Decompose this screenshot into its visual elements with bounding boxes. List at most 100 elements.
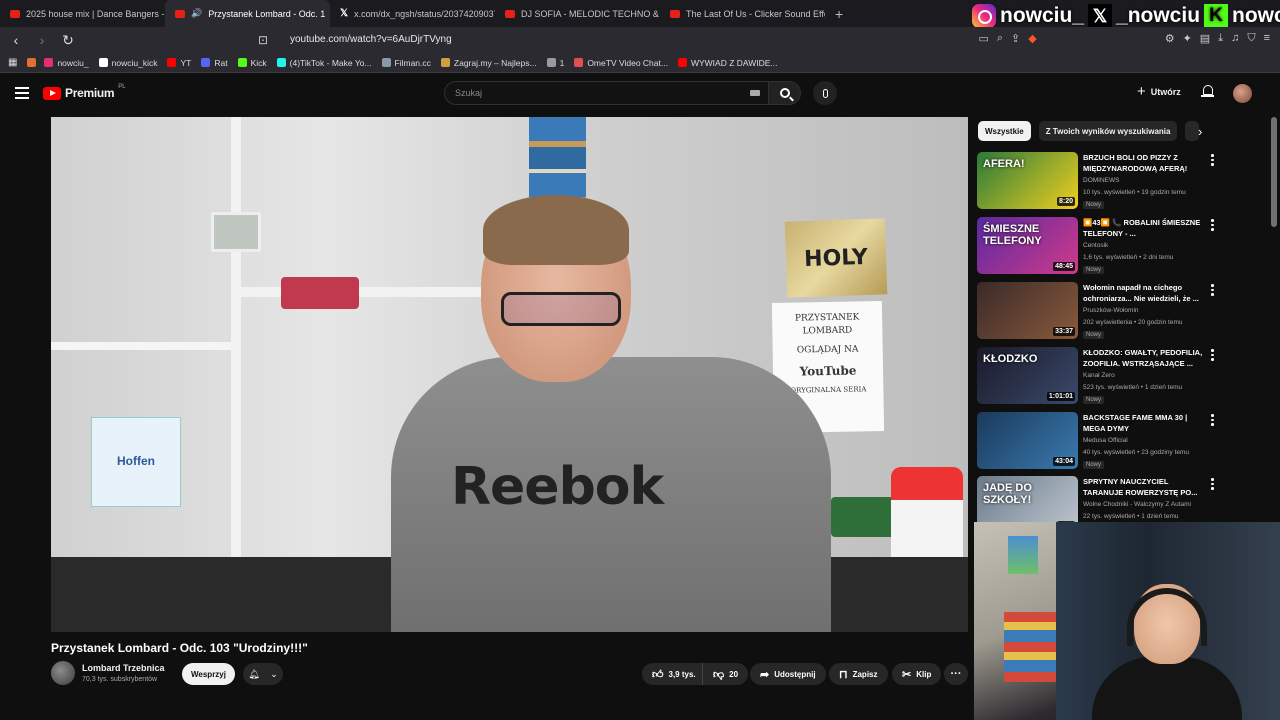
recommendation-channel[interactable]: Pruszków-Wołomin [1083,307,1139,314]
keyboard-icon[interactable] [750,90,760,96]
hamburger-menu-icon[interactable] [15,87,29,102]
recommendation-item[interactable]: 33:37 Wołomin napadł na cichego ochroniar… [977,282,1217,342]
recommendation-item[interactable]: JADĘ DO SZKOŁY!8:10SPRYTNY NAUCZYCIEL TA… [977,476,1217,522]
folder-icon[interactable] [27,58,37,67]
x-favicon-icon: 𝕏 [340,8,349,19]
cast-icon[interactable]: ▭ [978,32,988,45]
chip-all[interactable]: Wszystkie [978,121,1031,141]
bookmark-item[interactable]: nowciu_kick [98,58,157,68]
recommendation-title[interactable]: SPRYTNY NAUCZYCIEL TARANUJE ROWERZYSTĘ P… [1083,477,1207,498]
apps-grid-icon[interactable]: ▦ [8,57,17,68]
account-avatar[interactable] [1233,84,1252,103]
extension-icon[interactable]: ⚙ [1165,32,1175,45]
recommendation-channel[interactable]: Kanał Zero [1083,372,1115,379]
recommendation-item[interactable]: KŁODZKO 1:01:01 KŁODZKO: GWAŁTY, PEDOFILIA… [977,347,1217,407]
forward-icon[interactable]: › [32,32,52,48]
share-button[interactable]: ➦ Udostępnij [750,663,826,685]
puzzle-icon[interactable]: ✦ [1183,32,1192,45]
more-actions-button[interactable]: ··· [944,663,968,685]
youtube-premium-logo[interactable]: Premium PL [43,84,126,100]
recommendation-title[interactable]: Wołomin napadł na cichego ochroniarza...… [1083,283,1207,304]
bookmark-item[interactable]: Rat [201,58,228,68]
kebab-menu-icon[interactable] [1211,349,1217,363]
bookmark-item[interactable]: OmeTV Video Chat... [574,58,668,68]
create-button[interactable]: + Utwórz [1137,83,1181,100]
kebab-menu-icon[interactable] [1211,219,1217,233]
recommendation-channel[interactable]: DOMINEWS [1083,177,1119,184]
kebab-menu-icon[interactable] [1211,154,1217,168]
kebab-menu-icon[interactable] [1211,478,1217,492]
bookmark-item[interactable]: (4)TikTok - Make Yo... [276,58,372,68]
more-icon: ··· [950,668,962,680]
like-button[interactable]: 👍︎ 3,9 tys. [642,663,704,685]
kebab-menu-icon[interactable] [1211,284,1217,298]
share-icon[interactable]: ⇪ [1011,32,1020,45]
like-count: 3,9 tys. [668,669,696,679]
url-field[interactable]: youtube.com/watch?v=6AuDjrTVyng [290,34,452,45]
recommendation-thumbnail[interactable]: JADĘ DO SZKOŁY!8:10 [977,476,1078,522]
sidebar-icon[interactable]: ▤ [1200,32,1210,45]
channel-name[interactable]: Lombard Trzebnica [82,663,165,673]
recommendation-title[interactable]: ⏹️43⏹️ 📞 ROBALINI ŚMIESZNE TELEFONY - ..… [1083,218,1207,239]
bookmark-label: Zagraj.my – Najleps... [453,57,537,68]
plus-icon: + [1137,83,1146,100]
support-button[interactable]: Wesprzyj [182,663,235,685]
recommendation-item[interactable]: AFERA! 8:20 BRZUCH BOLI OD PIZZY Z MIĘDZYN… [977,152,1217,212]
search-input[interactable]: Szukaj [444,81,769,105]
bookmark-item[interactable]: 1 [546,58,564,68]
browser-tab[interactable]: 𝕏x.com/dx_ngsh/status/20374209037 [330,0,495,27]
video-title: Przystanek Lombard - Odc. 103 "Urodziny!… [51,641,308,655]
back-icon[interactable]: ‹ [6,32,26,48]
reload-icon[interactable]: ↻ [58,32,78,49]
recommendation-title[interactable]: BRZUCH BOLI OD PIZZY Z MIĘDZYNARODOWĄ AF… [1083,153,1207,174]
recommendation-title[interactable]: KŁODZKO: GWAŁTY, PEDOFILIA, ZOOFILIA. WS… [1083,348,1207,369]
menu-icon[interactable]: ≡ [1264,32,1270,45]
bookmark-label: Filman.cc [394,57,431,68]
recommendation-thumbnail[interactable]: 33:37 [977,282,1078,339]
recommendation-channel[interactable]: Medusa Official [1083,437,1128,444]
search-button[interactable] [769,81,801,105]
overlay-instagram-handle: nowciu_ [1000,4,1085,27]
browser-tab[interactable]: The Last Of Us - Clicker Sound Effect [660,0,825,27]
recommendation-title[interactable]: BACKSTAGE FAME MMA 30 | MEGA DYMY [1083,413,1207,434]
scrollbar-thumb[interactable] [1271,117,1277,227]
notifications-dropdown-button[interactable]: 🔔︎ ⌄ [243,663,283,685]
recommendation-thumbnail[interactable]: AFERA! 8:20 [977,152,1078,209]
bookmark-item[interactable]: WYWIAD Z DAWIDE... [677,58,778,68]
new-tab-button[interactable]: + [825,6,853,22]
browser-tab-active[interactable]: 🔊Przystanek Lombard - Odc. 1✕ [165,0,330,27]
channel-avatar[interactable] [51,661,75,685]
dislike-button[interactable]: 👎︎ 20 [702,663,749,685]
streamer-webcam [974,522,1280,720]
bookmark-item[interactable]: Zagraj.my – Najleps... [440,57,537,68]
recommendation-thumbnail[interactable]: KŁODZKO 1:01:01 [977,347,1078,404]
music-icon[interactable]: ♫ [1231,32,1239,45]
brave-shield-icon[interactable]: ◆ [1028,32,1036,45]
recommendation-channel[interactable]: Centosik [1083,242,1108,249]
video-scene-box-label: Hoffen [117,454,155,468]
bookmark-item[interactable]: nowciu_ [44,58,89,68]
bookmark-item[interactable]: YT [167,58,191,68]
clip-button[interactable]: ✂ Klip [892,663,942,685]
chip-from-search[interactable]: Z Twoich wyników wyszukiwania [1038,121,1178,141]
save-button[interactable]: ⊓ Zapisz [829,663,888,685]
notifications-bell-icon[interactable] [1201,85,1214,99]
recommendation-thumbnail[interactable]: ŚMIESZNE TELEFONY 48:45 [977,217,1078,274]
voice-search-button[interactable] [813,81,837,105]
recommendation-item[interactable]: ŚMIESZNE TELEFONY 48:45 ⏹️43⏹️ 📞 ROBALINI … [977,217,1217,277]
download-icon[interactable]: ⤓ [1218,32,1223,45]
zoom-icon[interactable]: ⌕ [997,32,1003,45]
shield-icon[interactable]: ⛉ [1247,32,1255,45]
chevron-right-icon[interactable]: › [1198,124,1202,139]
browser-tab[interactable]: DJ SOFIA - MELODIC TECHNO & FU [495,0,660,27]
bookmark-icon[interactable]: ⊡ [258,33,268,47]
recommendation-item[interactable]: 43:04 BACKSTAGE FAME MMA 30 | MEGA DYMY Me… [977,412,1217,472]
browser-tab[interactable]: 2025 house mix | Dance Bangers - Yo [0,0,165,27]
bookmark-item[interactable]: Filman.cc [381,57,431,68]
kebab-menu-icon[interactable] [1211,414,1217,428]
bookmark-item[interactable]: Kick [237,58,267,68]
video-player[interactable]: Hoffen HOLY PRZYSTANEK LOMBARD OGLĄDAJ N… [51,117,968,632]
x-logo-icon: 𝕏 [1088,4,1113,28]
recommendation-thumbnail[interactable]: 43:04 [977,412,1078,469]
recommendation-channel[interactable]: Wolne Chodniki - Walczymy Z Autami [1083,501,1191,508]
